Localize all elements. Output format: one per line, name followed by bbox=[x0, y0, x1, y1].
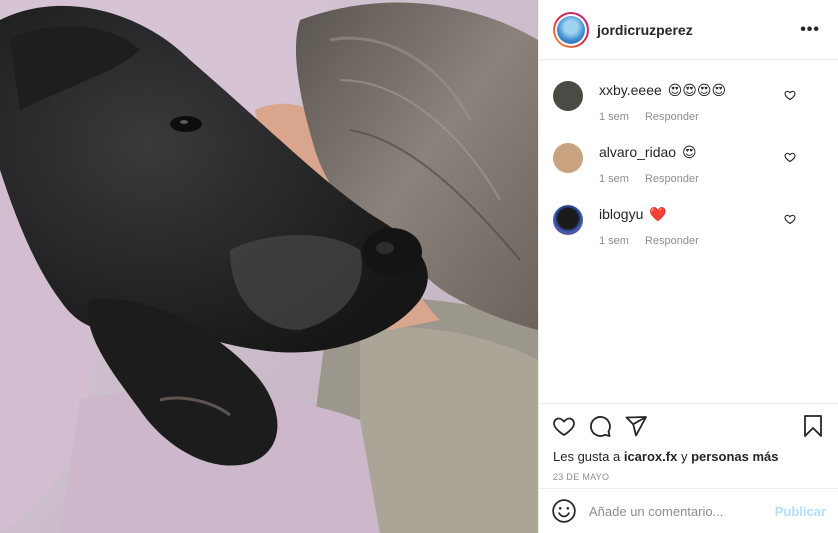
post-image bbox=[0, 0, 538, 533]
author-avatar-image bbox=[557, 15, 585, 44]
comment-icon bbox=[590, 416, 611, 437]
commenter-avatar[interactable] bbox=[553, 205, 583, 235]
comment-like-heart-icon[interactable] bbox=[784, 151, 796, 163]
comment-text: ❤️ bbox=[649, 206, 667, 222]
commenter-avatar[interactable] bbox=[553, 143, 583, 173]
more-options-button[interactable]: ••• bbox=[796, 21, 824, 39]
comment-text: 😍 bbox=[681, 144, 697, 160]
post-panel: jordicruzperez ••• xxby.eeee 😍😍😍😍 1 sem … bbox=[538, 0, 838, 533]
comment-time[interactable]: 1 sem bbox=[599, 111, 629, 123]
comment-item: xxby.eeee 😍😍😍😍 1 sem Responder bbox=[553, 77, 824, 139]
paper-plane-icon bbox=[625, 416, 647, 437]
others-likes-link[interactable]: personas más bbox=[691, 449, 778, 464]
reply-button[interactable]: Responder bbox=[645, 235, 699, 247]
comment-like-heart-icon[interactable] bbox=[784, 89, 796, 101]
comment-input[interactable] bbox=[589, 503, 775, 519]
post-date[interactable]: 23 DE MAYO bbox=[539, 472, 838, 482]
heart-icon bbox=[553, 417, 575, 437]
like-button[interactable] bbox=[551, 413, 577, 439]
smiley-icon[interactable] bbox=[551, 498, 577, 524]
commenter-username[interactable]: alvaro_ridao bbox=[599, 144, 676, 160]
comments-list: xxby.eeee 😍😍😍😍 1 sem Responder alvaro_ri… bbox=[539, 61, 838, 403]
comment-time[interactable]: 1 sem bbox=[599, 235, 629, 247]
commenter-username[interactable]: iblogyu bbox=[599, 206, 643, 222]
save-button[interactable] bbox=[800, 413, 826, 439]
author-username[interactable]: jordicruzperez bbox=[597, 22, 796, 38]
share-button[interactable] bbox=[623, 413, 649, 439]
comment-item: alvaro_ridao 😍 1 sem Responder bbox=[553, 139, 824, 201]
reply-button[interactable]: Responder bbox=[645, 173, 699, 185]
comment-button[interactable] bbox=[587, 413, 613, 439]
action-bar bbox=[539, 404, 838, 448]
post-header: jordicruzperez ••• bbox=[539, 0, 838, 60]
comment-item: iblogyu ❤️ 1 sem Responder bbox=[553, 201, 824, 263]
author-avatar[interactable] bbox=[553, 11, 589, 48]
bookmark-icon bbox=[804, 415, 822, 437]
commenter-username[interactable]: xxby.eeee bbox=[599, 82, 662, 98]
add-comment-bar: Publicar bbox=[539, 488, 838, 533]
liker-username[interactable]: icarox.fx bbox=[624, 449, 677, 464]
comment-text: 😍😍😍😍 bbox=[667, 82, 727, 98]
publish-button[interactable]: Publicar bbox=[775, 504, 826, 519]
post-photo[interactable] bbox=[0, 0, 538, 533]
commenter-avatar[interactable] bbox=[553, 81, 583, 111]
reply-button[interactable]: Responder bbox=[645, 111, 699, 123]
comment-like-heart-icon[interactable] bbox=[784, 213, 796, 225]
comment-time[interactable]: 1 sem bbox=[599, 173, 629, 185]
post-actions-section: Les gusta a icarox.fx y personas más 23 … bbox=[539, 403, 838, 482]
likes-summary: Les gusta a icarox.fx y personas más bbox=[553, 449, 779, 464]
